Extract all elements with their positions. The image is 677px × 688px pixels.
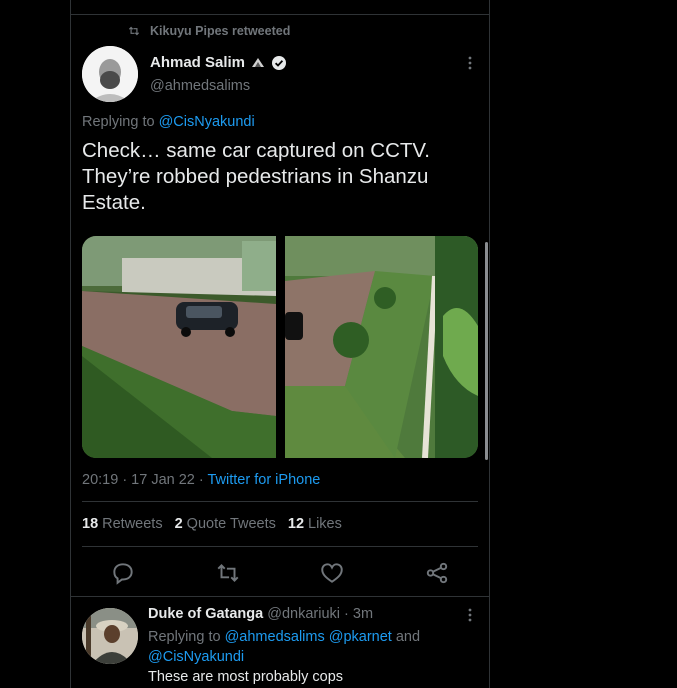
- reply-text: These are most probably cops: [148, 669, 344, 685]
- tweet-stats: 18 Retweets 2 Quote Tweets 12 Likes: [82, 516, 342, 532]
- reply-mention-2[interactable]: @pkarnet: [325, 629, 392, 645]
- divider: [82, 546, 478, 547]
- tweet-media[interactable]: [82, 236, 478, 458]
- reply-mention-1[interactable]: @ahmedsalims: [225, 629, 325, 645]
- reply-mention-3[interactable]: @CisNyakundi: [148, 649, 244, 665]
- quote-tweets-stat[interactable]: 2 Quote Tweets: [175, 516, 276, 532]
- reply-replying-to: Replying to @ahmedsalims @pkarnet and @Ci…: [148, 627, 448, 667]
- tweet-text-line: They’re robbed pedestrians in Shanzu: [82, 165, 429, 188]
- retweet-icon: [128, 26, 140, 36]
- author-handle[interactable]: @ahmedsalims: [150, 78, 250, 94]
- retweets-stat[interactable]: 18 Retweets: [82, 516, 163, 532]
- retweet-header[interactable]: Kikuyu Pipes retweeted: [127, 24, 290, 38]
- source-link[interactable]: Twitter for iPhone: [208, 472, 321, 488]
- author-name[interactable]: Ahmad Salim: [150, 54, 245, 71]
- tweet-actions: [82, 558, 478, 588]
- likes-count: 12: [287, 516, 305, 532]
- reply-icon[interactable]: [110, 560, 136, 586]
- quotes-count: 2: [174, 516, 183, 532]
- cctv-photo-1[interactable]: [82, 236, 276, 458]
- quotes-label: Quote Tweets: [186, 516, 276, 532]
- reply-replying-prefix: Replying to: [148, 629, 225, 645]
- like-icon[interactable]: [319, 560, 345, 586]
- reply-and: and: [391, 629, 421, 645]
- reply-handle-time[interactable]: @dnkariuki · 3m: [263, 606, 373, 622]
- tweet-text-line: Check… same car captured on CCTV.: [82, 139, 430, 162]
- divider: [82, 501, 478, 502]
- retweets-label: Retweets: [102, 516, 163, 532]
- cctv-photo-2[interactable]: [285, 236, 478, 458]
- tweet-text-line: Estate.: [82, 191, 146, 214]
- emoji-icon: [252, 57, 265, 67]
- reply-header[interactable]: Duke of Gatanga @dnkariuki · 3m: [148, 606, 373, 622]
- replying-prefix: Replying to: [82, 114, 159, 130]
- author-avatar[interactable]: [82, 46, 138, 102]
- more-options-icon[interactable]: [462, 55, 478, 71]
- likes-stat[interactable]: 12 Likes: [288, 516, 342, 532]
- replying-to-link[interactable]: @CisNyakundi: [159, 114, 255, 130]
- tweet-text: Check… same car captured on CCTV. They’r…: [82, 138, 472, 216]
- reply-more-options-icon[interactable]: [462, 607, 478, 623]
- verified-badge-icon: [272, 55, 287, 70]
- tweet-meta: 20:19 · 17 Jan 22 · Twitter for iPhone: [82, 472, 320, 488]
- reply-author-name[interactable]: Duke of Gatanga: [148, 606, 263, 622]
- timestamp[interactable]: 20:19 · 17 Jan 22 ·: [82, 472, 208, 488]
- share-icon[interactable]: [424, 560, 450, 586]
- media-scrollbar[interactable]: [485, 242, 488, 460]
- retweet-action-icon[interactable]: [215, 560, 241, 586]
- reply-author-avatar[interactable]: [82, 608, 138, 664]
- tweet-separator: [70, 596, 490, 597]
- likes-label: Likes: [308, 516, 342, 532]
- author-name-row[interactable]: Ahmad Salim: [150, 54, 287, 71]
- top-divider: [70, 14, 490, 15]
- retweet-label: Kikuyu Pipes retweeted: [150, 24, 291, 38]
- replying-to: Replying to @CisNyakundi: [82, 114, 255, 130]
- retweets-count: 18: [82, 516, 99, 532]
